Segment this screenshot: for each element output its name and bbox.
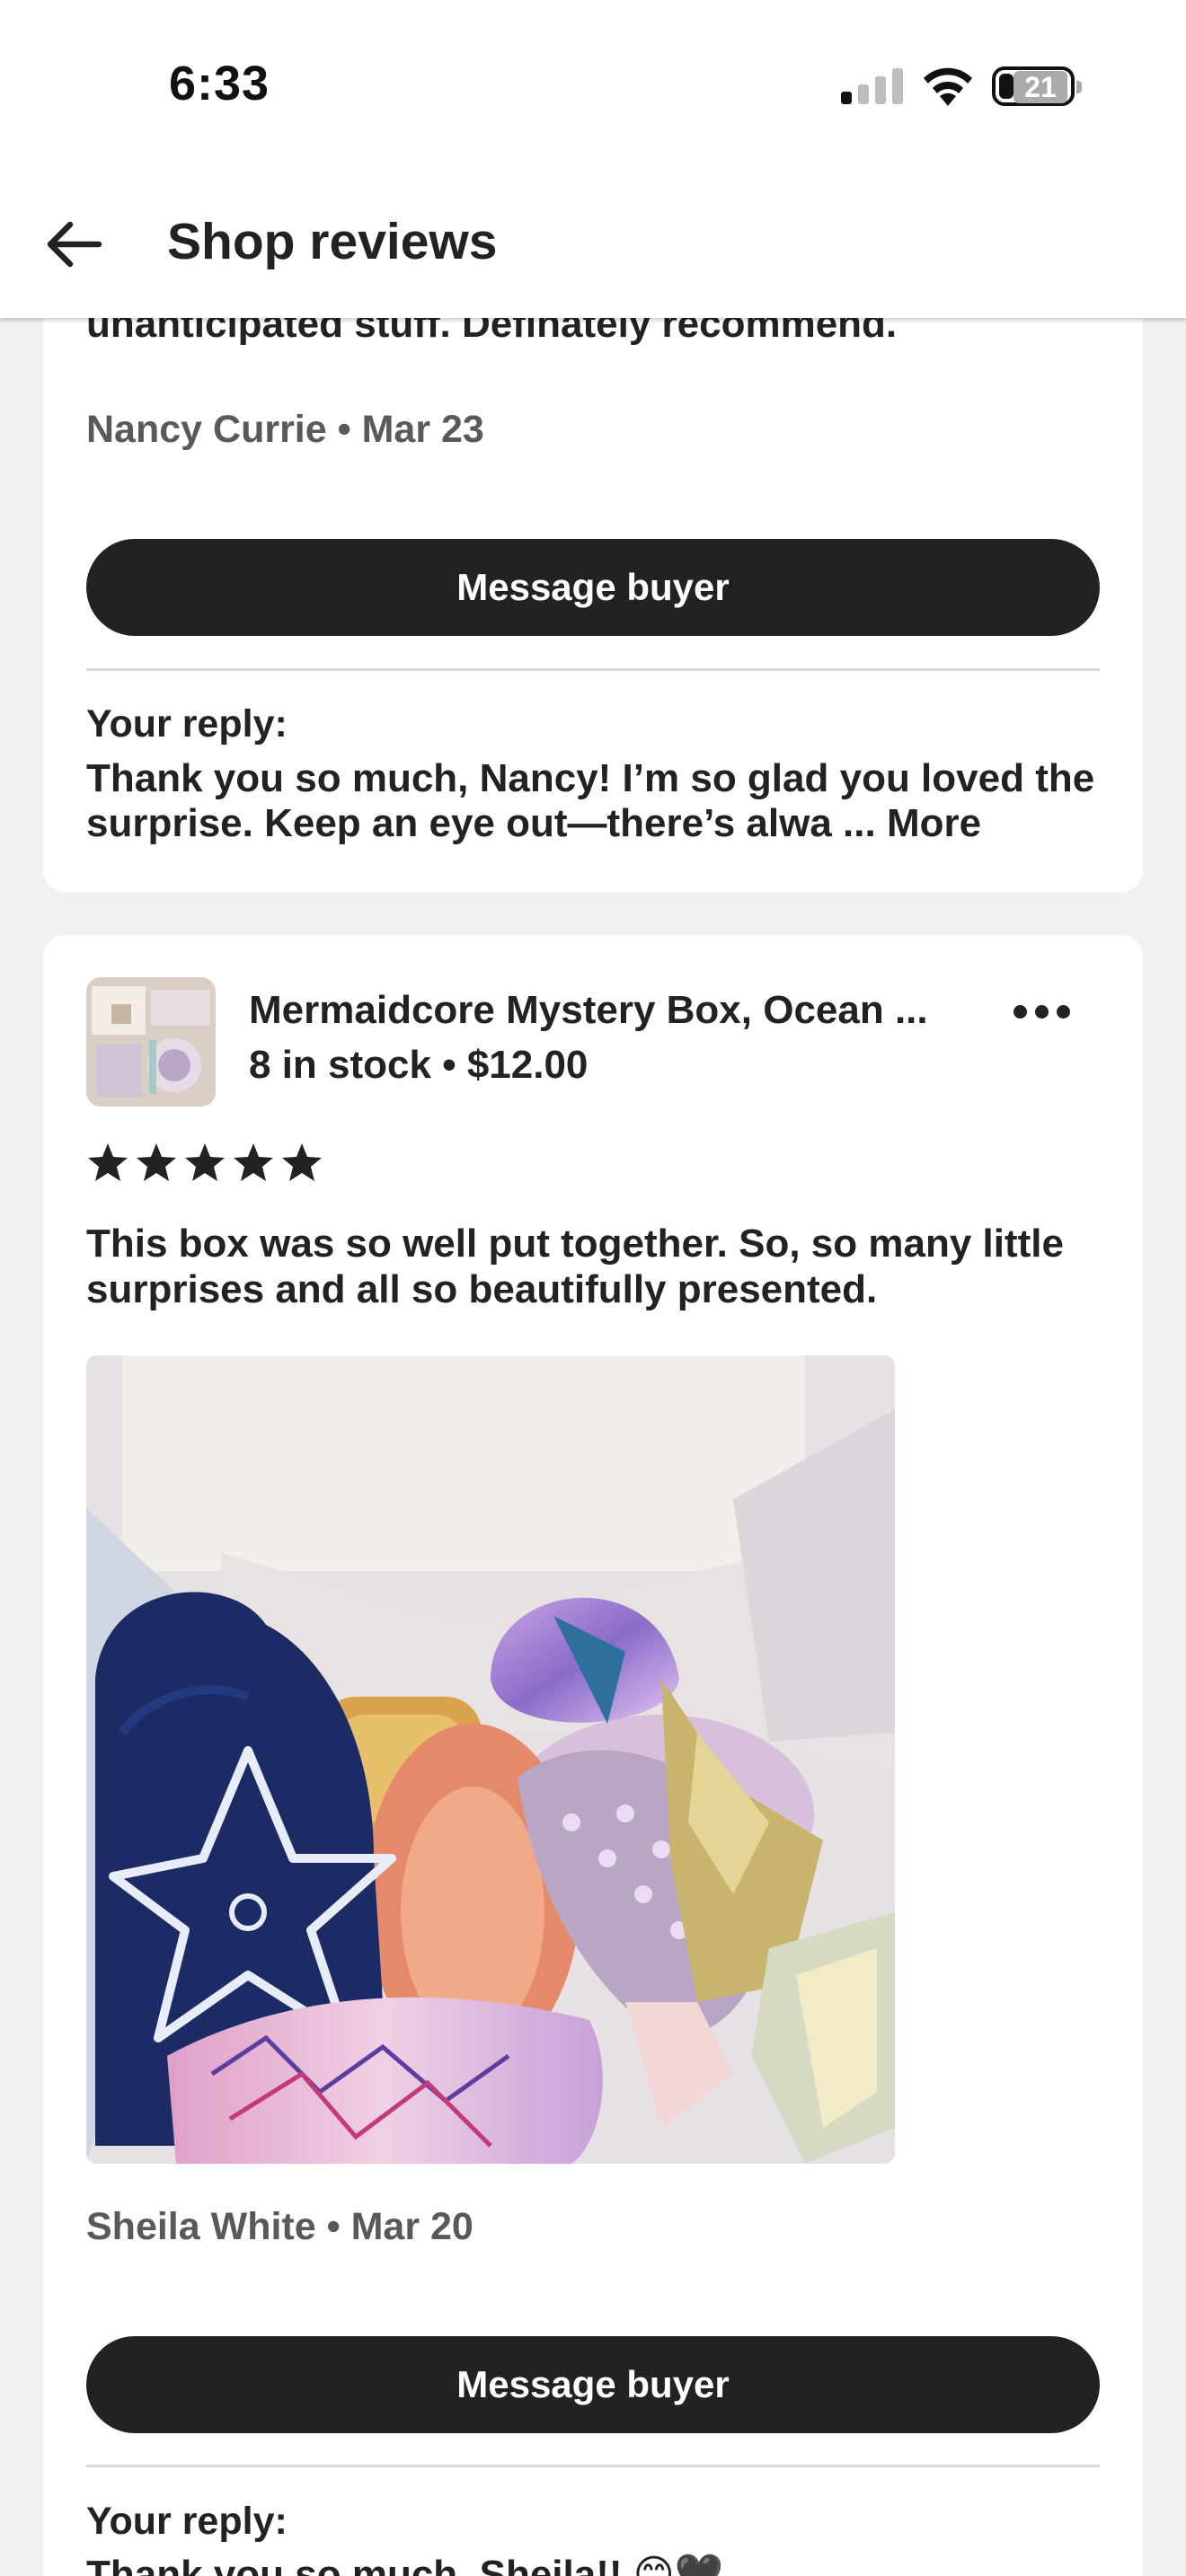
review-card: unanticipated stuff. Definately recommen… <box>43 269 1143 892</box>
more-options-icon[interactable] <box>1013 998 1082 1025</box>
battery-level: 21 <box>1013 71 1067 103</box>
arrow-left-icon[interactable] <box>43 217 102 271</box>
reply-label: Your reply: <box>86 2500 288 2543</box>
reply-label: Your reply: <box>86 702 288 745</box>
star-rating <box>88 1143 322 1181</box>
review-photo-image <box>86 1355 895 2164</box>
star-icon <box>137 1143 176 1181</box>
listing-title[interactable]: Mermaidcore Mystery Box, Ocean ... <box>249 988 968 1033</box>
listing-thumbnail-image <box>86 977 216 1107</box>
message-buyer-button[interactable]: Message buyer <box>86 2336 1100 2433</box>
reply-text: Thank you so much, Nancy! I’m so glad yo… <box>86 756 1100 846</box>
review-text: This box was so well put together. So, s… <box>86 1222 1064 1311</box>
star-icon <box>282 1143 322 1181</box>
status-bar: 6:33 21 <box>0 0 1186 171</box>
star-icon <box>88 1143 128 1181</box>
review-photo[interactable] <box>86 1355 895 2164</box>
message-buyer-button[interactable]: Message buyer <box>86 539 1100 636</box>
battery-icon: 21 <box>992 66 1082 106</box>
star-icon <box>234 1143 273 1181</box>
star-icon <box>185 1143 225 1181</box>
listing-thumbnail[interactable] <box>86 977 216 1107</box>
more-link[interactable]: More <box>887 801 981 845</box>
divider <box>86 2465 1100 2467</box>
divider <box>86 668 1100 671</box>
shop-reviews-screen: 6:33 21 Shop reviews unanticipated stuff… <box>0 0 1186 2576</box>
wifi-icon <box>924 67 972 106</box>
reviewer-date: Sheila White • Mar 20 <box>86 2205 474 2248</box>
status-time: 6:33 <box>169 57 270 110</box>
listing-stock-price: 8 in stock • $12.00 <box>249 1043 589 1087</box>
cellular-signal-icon <box>841 68 904 104</box>
review-card: Mermaidcore Mystery Box, Ocean ... 8 in … <box>43 935 1143 2576</box>
reply-text: Thank you so much, Sheila!! 😊🖤 <box>86 2553 724 2576</box>
page-title: Shop reviews <box>167 213 498 270</box>
app-header: Shop reviews <box>0 171 1186 318</box>
reviewer-date: Nancy Currie • Mar 23 <box>86 408 484 451</box>
